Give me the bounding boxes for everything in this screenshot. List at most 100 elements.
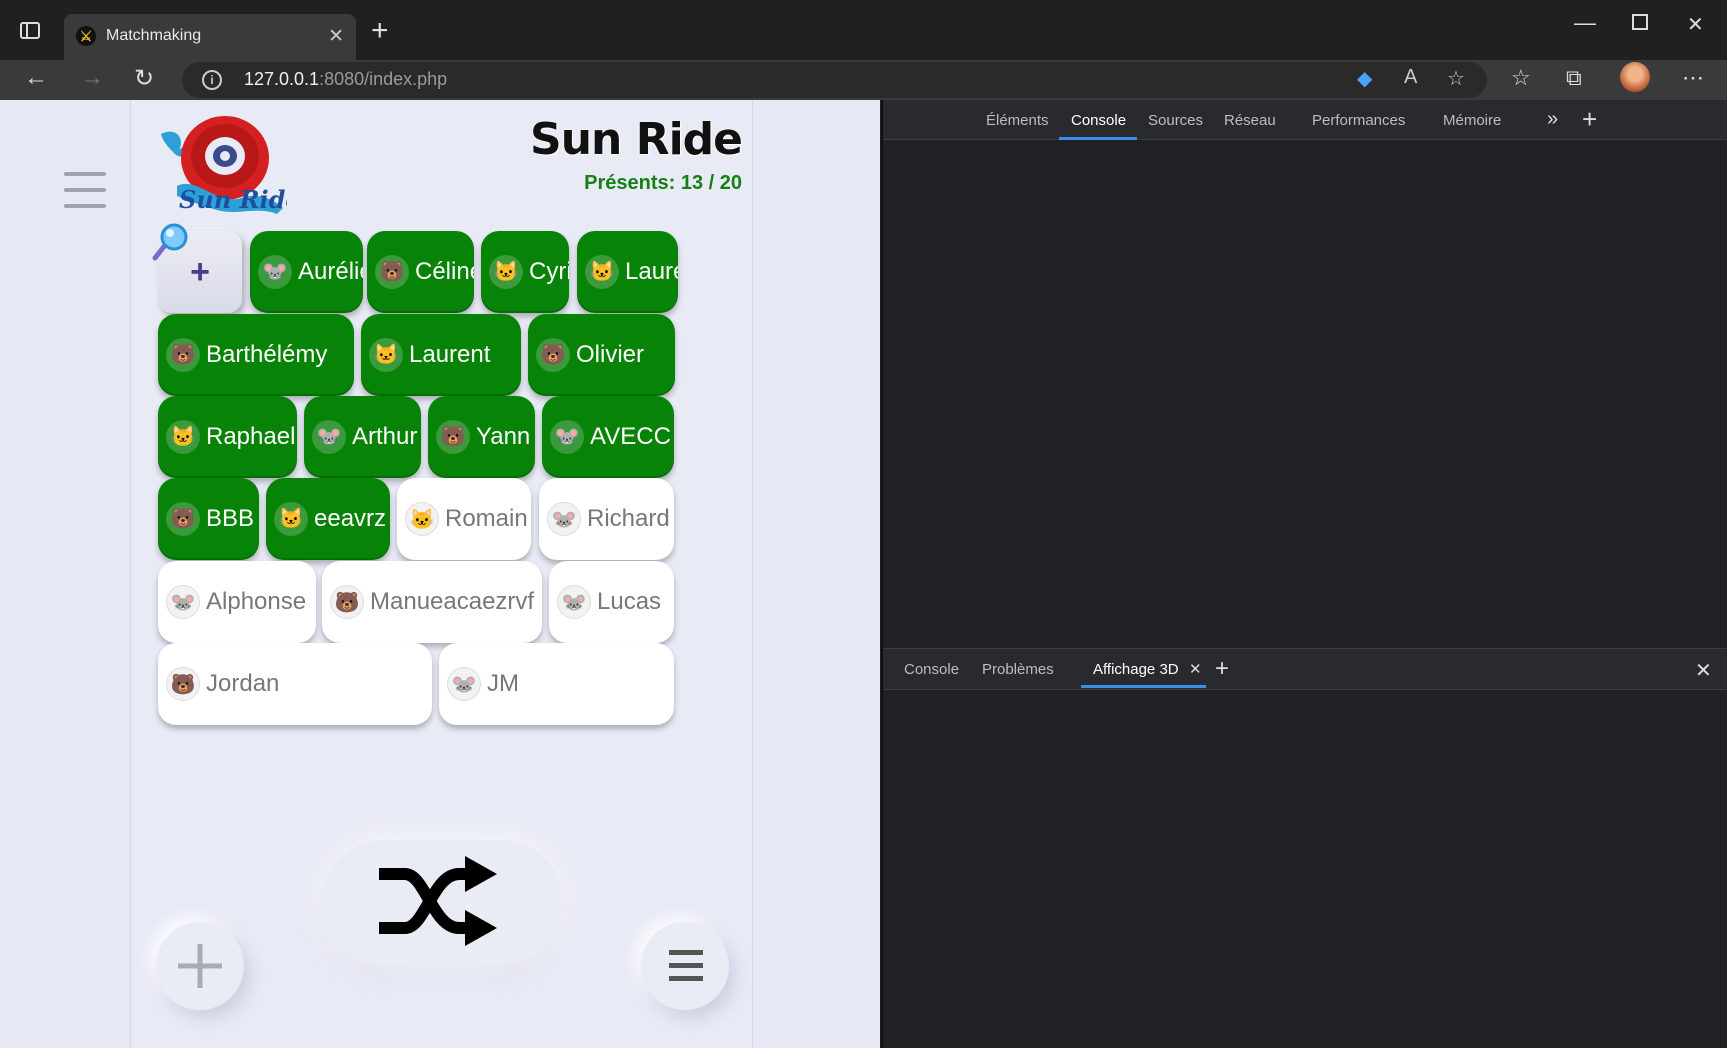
member-name: Céline	[415, 258, 474, 285]
add-tab-icon[interactable]: +	[1582, 104, 1597, 135]
member-chip-barthélémy[interactable]: 🐻 Barthélémy	[158, 314, 354, 396]
tab-sources[interactable]: Sources	[1148, 112, 1203, 129]
tab-network[interactable]: Réseau	[1224, 112, 1276, 129]
browser-toolbar: ← → ↻ i 127.0.0.1:8080/index.php ◆ A ☆ ☆…	[0, 60, 1727, 100]
member-chip-romain[interactable]: 🐱 Romain	[397, 478, 531, 560]
more-tabs-icon[interactable]: »	[1547, 108, 1558, 131]
coupon-icon[interactable]: ◆	[1357, 66, 1372, 91]
tab-memory[interactable]: Mémoire	[1443, 112, 1501, 129]
shuffle-button[interactable]	[321, 840, 563, 964]
cat-icon: 🐱	[274, 502, 308, 536]
sun-ride-logo: Sun Ride	[161, 116, 287, 214]
member-chip-aurélie[interactable]: 🐭Aurélie	[250, 231, 363, 313]
member-chip-lucas[interactable]: 🐭 Lucas	[549, 561, 674, 643]
bear-icon: 🐻	[536, 338, 570, 372]
cat-icon: 🐱	[405, 502, 439, 536]
close-drawer-tab-icon[interactable]: ✕	[1189, 660, 1202, 678]
mouse-icon: 🐭	[547, 502, 581, 536]
add-round-button[interactable]	[156, 922, 244, 1010]
member-chip-alphonse[interactable]: 🐭 Alphonse	[158, 561, 316, 643]
web-page: Sun Ride Sun Ride Présents: 13 / 20 + 🐭A…	[0, 100, 880, 1048]
cat-icon: 🐱	[166, 420, 200, 454]
active-drawer-indicator	[1081, 685, 1206, 688]
close-drawer-icon[interactable]: ✕	[1695, 658, 1712, 683]
shuffle-icon	[379, 856, 497, 946]
member-name: Alphonse	[206, 588, 307, 615]
member-chip-arthur[interactable]: 🐭 Arthur	[304, 396, 421, 478]
tab-performance[interactable]: Performances	[1312, 112, 1405, 129]
bear-icon: 🐻	[166, 667, 200, 701]
member-chip-bbb[interactable]: 🐻 BBB	[158, 478, 259, 560]
plus-icon	[178, 944, 222, 988]
member-name: Aurélie	[298, 258, 363, 285]
member-name: Arthur	[352, 423, 418, 450]
member-name: Raphael	[206, 423, 296, 450]
present-count: Présents: 13 / 20	[584, 172, 742, 194]
devtools-drawer-tabbar: Console Problèmes Affichage 3D ✕ + ✕	[883, 648, 1727, 690]
back-icon[interactable]: ←	[24, 64, 48, 92]
site-info-icon[interactable]: i	[202, 70, 222, 90]
member-name: JM	[487, 670, 519, 697]
member-name: Barthélémy	[206, 341, 328, 368]
member-name: Manueacaezrvf	[370, 588, 535, 615]
address-bar[interactable]: i 127.0.0.1:8080/index.php ◆ A ☆	[182, 62, 1487, 98]
mouse-icon: 🐭	[550, 420, 584, 454]
favicon-icon: ⚔	[76, 26, 96, 46]
member-chip-manueacaezrvf[interactable]: 🐻 Manueacaezrvf	[322, 561, 542, 643]
more-menu-icon[interactable]: ⋯	[1682, 65, 1704, 91]
maximize-icon[interactable]	[1632, 14, 1648, 30]
member-name: Jordan	[206, 670, 280, 697]
member-name: Lucas	[597, 588, 662, 615]
profile-avatar[interactable]	[1620, 62, 1650, 92]
mouse-icon: 🐭	[166, 585, 200, 619]
minimize-icon[interactable]: —	[1574, 10, 1596, 36]
collections-icon[interactable]: ⧉	[1566, 65, 1582, 91]
drawer-tab-issues[interactable]: Problèmes	[982, 661, 1054, 678]
member-name: AVECC	[590, 423, 671, 450]
member-name: Laurent	[409, 341, 491, 368]
member-chip-avecc[interactable]: 🐭 AVECC	[542, 396, 674, 478]
bear-icon: 🐻	[166, 502, 200, 536]
mouse-icon: 🐭	[312, 420, 346, 454]
member-chip-olivier[interactable]: 🐻 Olivier	[528, 314, 675, 396]
member-chip-laure[interactable]: 🐱Laure	[577, 231, 678, 313]
search-icon[interactable]	[149, 222, 189, 262]
member-chip-raphael[interactable]: 🐱 Raphael	[158, 396, 297, 478]
member-chip-eeavrz[interactable]: 🐱 eeavrz	[266, 478, 390, 560]
close-tab-icon[interactable]: ✕	[328, 25, 344, 48]
side-menu-icon[interactable]	[64, 172, 106, 208]
member-chip-jordan[interactable]: 🐻 Jordan	[158, 643, 432, 725]
mouse-icon: 🐭	[258, 255, 292, 289]
member-chip-jm[interactable]: 🐭 JM	[439, 643, 674, 725]
menu-round-button[interactable]	[641, 922, 729, 1010]
drawer-tab-console[interactable]: Console	[904, 661, 959, 678]
close-window-icon[interactable]: ✕	[1687, 12, 1704, 37]
member-name: Yann	[476, 423, 531, 450]
forward-icon[interactable]: →	[80, 64, 104, 92]
browser-tab[interactable]: ⚔ Matchmaking ✕	[64, 14, 356, 60]
tab-actions-icon[interactable]	[20, 22, 40, 39]
cat-icon: 🐱	[585, 255, 619, 289]
member-name: eeavrz	[314, 505, 387, 532]
tab-title: Matchmaking	[106, 27, 202, 44]
url-text[interactable]: 127.0.0.1:8080/index.php	[244, 69, 447, 90]
add-favorite-icon[interactable]: ☆	[1447, 66, 1465, 91]
add-drawer-tab-icon[interactable]: +	[1215, 655, 1229, 683]
active-tab-indicator	[1059, 137, 1137, 140]
drawer-tab-3d-view[interactable]: Affichage 3D	[1093, 661, 1179, 678]
member-chip-laurent[interactable]: 🐱 Laurent	[361, 314, 521, 396]
member-chip-richard[interactable]: 🐭 Richard	[539, 478, 674, 560]
member-chip-céline[interactable]: 🐻Céline	[367, 231, 474, 313]
member-chip-yann[interactable]: 🐻 Yann	[428, 396, 535, 478]
tab-elements[interactable]: Éléments	[986, 112, 1049, 129]
member-chip-cyril[interactable]: 🐱Cyril	[481, 231, 569, 313]
new-tab-icon[interactable]: +	[371, 14, 389, 48]
url-path: :8080/index.php	[319, 69, 448, 89]
reload-icon[interactable]: ↻	[134, 64, 154, 93]
member-name: BBB	[206, 505, 255, 532]
read-aloud-icon[interactable]: A	[1404, 66, 1417, 89]
bear-icon: 🐻	[330, 585, 364, 619]
tab-console[interactable]: Console	[1071, 112, 1126, 129]
brand-title: Sun Ride	[530, 114, 743, 165]
favorites-icon[interactable]: ☆	[1511, 65, 1531, 91]
